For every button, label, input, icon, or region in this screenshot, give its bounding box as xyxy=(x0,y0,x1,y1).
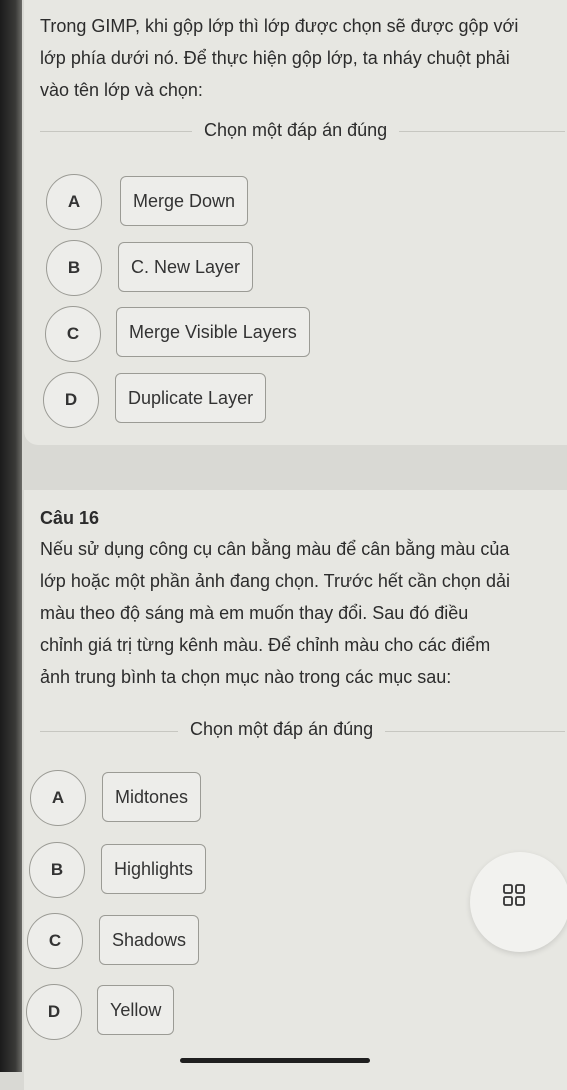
question-prev-text: Trong GIMP, khi gộp lớp thì lớp được chọ… xyxy=(40,10,565,106)
option-d-button[interactable]: Duplicate Layer xyxy=(115,373,267,423)
option-c-radio[interactable]: C xyxy=(45,306,101,362)
option-a-button[interactable]: Midtones xyxy=(102,772,202,822)
answer-prompt: Chọn một đáp án đúng xyxy=(192,120,400,141)
option-d-radio[interactable]: D xyxy=(26,984,82,1040)
question-text-line: màu theo độ sáng mà em muốn thay đổi. Sa… xyxy=(40,603,469,623)
question-text-line: vào tên lớp và chọn: xyxy=(40,80,203,100)
option-a-radio[interactable]: A xyxy=(46,174,102,230)
question-16-text: Nếu sử dụng công cụ cân bằng màu để cân … xyxy=(40,533,565,693)
option-b-radio[interactable]: B xyxy=(29,842,85,898)
option-d-button[interactable]: Yellow xyxy=(97,985,175,1035)
option-c-radio[interactable]: C xyxy=(27,913,83,969)
question-text-line: lớp phía dưới nó. Để thực hiện gộp lớp, … xyxy=(40,48,510,68)
option-d-radio[interactable]: D xyxy=(43,372,99,428)
question-grid-button[interactable] xyxy=(470,852,567,952)
grid-icon xyxy=(503,884,525,906)
question-text-line: Nếu sử dụng công cụ cân bằng màu để cân … xyxy=(40,539,510,559)
option-b-button[interactable]: Highlights xyxy=(101,844,207,894)
question-text-line: lớp hoặc một phần ảnh đang chọn. Trước h… xyxy=(40,571,510,591)
option-a-radio[interactable]: A xyxy=(30,770,86,826)
question-text-line: chỉnh giá trị từng kênh màu. Để chỉnh mà… xyxy=(40,635,491,655)
device-bezel xyxy=(0,0,22,1072)
option-c-button[interactable]: Shadows xyxy=(99,915,200,965)
answer-prompt: Chọn một đáp án đúng xyxy=(178,719,386,740)
option-b-button[interactable]: C. New Layer xyxy=(118,242,254,292)
question-text-line: ảnh trung bình ta chọn mục nào trong các… xyxy=(40,667,452,687)
home-indicator[interactable] xyxy=(180,1058,370,1063)
option-c-button[interactable]: Merge Visible Layers xyxy=(116,307,310,357)
option-b-radio[interactable]: B xyxy=(46,240,102,296)
option-a-button[interactable]: Merge Down xyxy=(120,176,249,226)
question-title: Câu 16 xyxy=(40,508,100,528)
question-text-line: Trong GIMP, khi gộp lớp thì lớp được chọ… xyxy=(40,16,519,36)
